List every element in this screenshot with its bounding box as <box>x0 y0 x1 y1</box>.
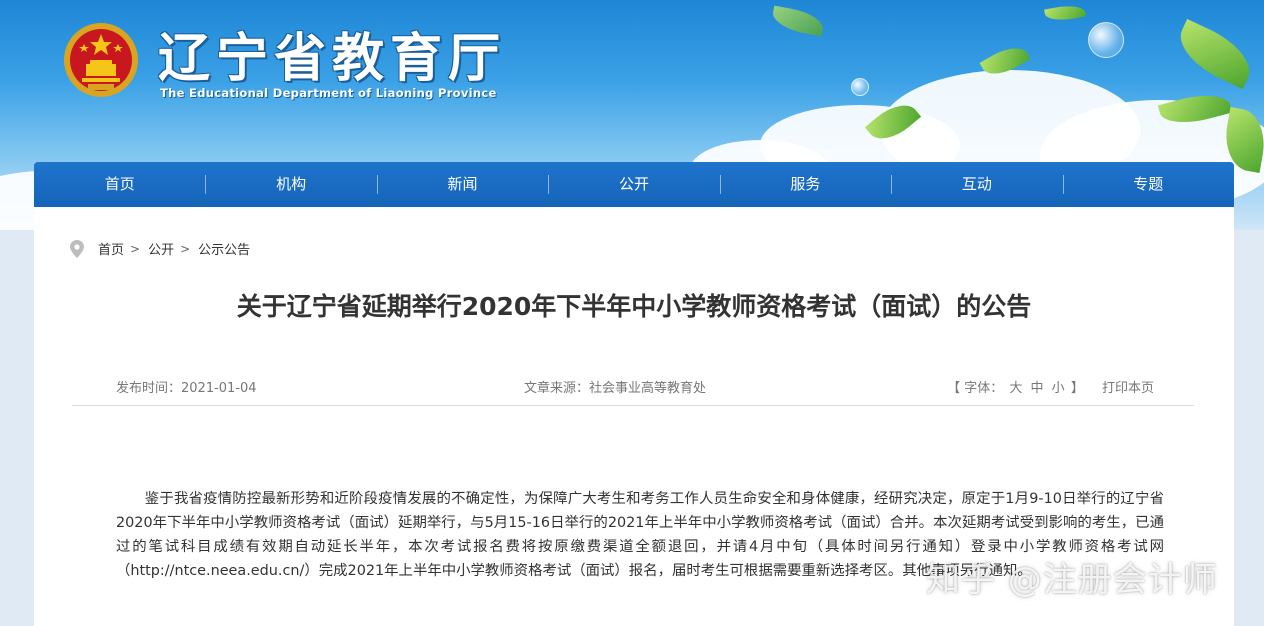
breadcrumb-separator: > <box>180 241 191 256</box>
leaf-decoration <box>1044 2 1086 24</box>
location-pin-icon <box>70 239 84 258</box>
print-button[interactable]: 打印本页 <box>1102 381 1154 396</box>
font-large-button[interactable]: 大 <box>1009 381 1022 396</box>
nav-item-home[interactable]: 首页 <box>34 162 205 207</box>
font-size-label: 【 字体： <box>947 381 1004 396</box>
national-emblem-icon <box>64 23 138 97</box>
breadcrumb-home[interactable]: 首页 <box>98 239 124 258</box>
breadcrumb: 首页 > 公开 > 公示公告 <box>70 239 250 258</box>
bubble-decoration <box>1088 22 1124 58</box>
source-label: 文章来源： <box>524 381 590 396</box>
meta-divider <box>72 405 1194 406</box>
nav-item-interaction[interactable]: 互动 <box>891 162 1062 207</box>
source-info: 文章来源：社会事业高等教育处 <box>524 377 706 396</box>
bubble-decoration <box>851 78 869 96</box>
leaf-decoration <box>770 5 826 37</box>
leaf-decoration <box>1170 18 1260 90</box>
article-title: 关于辽宁省延期举行2020年下半年中小学教师资格考试（面试）的公告 <box>236 292 1032 321</box>
nav-item-news[interactable]: 新闻 <box>376 162 548 207</box>
watermark: 知乎 @注册会计师 <box>926 560 1218 600</box>
breadcrumb-announcements[interactable]: 公示公告 <box>198 239 250 258</box>
font-controls: 【 字体： 大 中 小 】 打印本页 <box>947 377 1154 396</box>
breadcrumb-public[interactable]: 公开 <box>148 239 174 258</box>
site-subtitle: The Educational Department of Liaoning P… <box>160 86 497 100</box>
font-small-button[interactable]: 小 <box>1052 381 1065 396</box>
font-medium-button[interactable]: 中 <box>1031 381 1044 396</box>
font-size-close: 】 <box>1070 381 1084 396</box>
publish-date: 2021-01-04 <box>181 381 257 396</box>
nav-item-institutions[interactable]: 机构 <box>205 162 376 207</box>
nav-item-services[interactable]: 服务 <box>719 162 891 207</box>
publish-label: 发布时间： <box>116 381 182 396</box>
nav-item-topics[interactable]: 专题 <box>1062 162 1234 207</box>
breadcrumb-separator: > <box>130 241 141 256</box>
source-value: 社会事业高等教育处 <box>589 381 707 396</box>
site-title: 辽宁省教育厅 <box>158 29 507 89</box>
publish-info: 发布时间：2021-01-04 <box>116 377 257 396</box>
main-nav: 首页 机构 新闻 公开 服务 互动 专题 <box>34 162 1234 207</box>
nav-item-public[interactable]: 公开 <box>548 162 719 207</box>
